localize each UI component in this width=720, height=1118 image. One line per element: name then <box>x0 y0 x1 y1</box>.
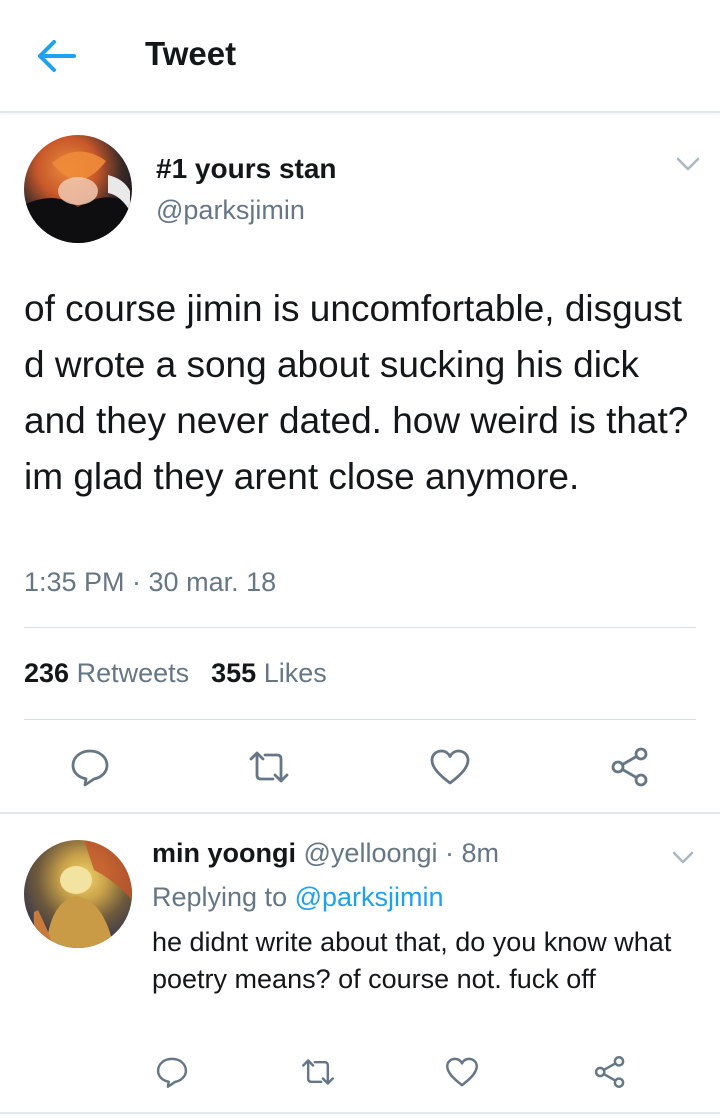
like-icon[interactable] <box>444 1054 480 1090</box>
divider <box>24 719 696 720</box>
chevron-down-icon[interactable] <box>674 153 702 175</box>
tweet-timestamp: 1:35 PM · 30 mar. 18 <box>24 567 277 597</box>
avatar[interactable] <box>24 840 132 948</box>
share-icon[interactable] <box>608 745 652 789</box>
replying-to-link[interactable]: @parksjimin <box>295 882 444 912</box>
back-arrow-icon[interactable] <box>34 36 78 76</box>
reply-icon[interactable] <box>154 1054 190 1090</box>
retweets-stat[interactable]: 236 Retweets <box>24 658 189 688</box>
page-title: Tweet <box>145 35 237 72</box>
divider <box>24 627 696 628</box>
retweets-label: Retweets <box>76 658 190 688</box>
share-icon[interactable] <box>592 1054 628 1090</box>
top-bar: Tweet <box>0 0 720 113</box>
reply-handle-time: @yelloongi · 8m <box>303 838 500 868</box>
retweet-icon[interactable] <box>247 745 291 789</box>
avatar[interactable] <box>24 135 132 243</box>
reply-header: min yoongi @yelloongi · 8m <box>152 838 499 869</box>
author-name[interactable]: #1 yours stan <box>156 153 337 185</box>
section-separator <box>0 1112 720 1114</box>
author-handle[interactable]: @parksjimin <box>156 195 305 226</box>
replying-prefix: Replying to <box>152 882 288 912</box>
retweet-icon[interactable] <box>300 1054 336 1090</box>
tweet-stats: 236 Retweets 355 Likes <box>24 658 327 689</box>
replying-to: Replying to @parksjimin <box>152 882 444 913</box>
reply-text: he didnt write about that, do you know w… <box>152 927 672 994</box>
likes-stat[interactable]: 355 Likes <box>211 658 327 688</box>
retweets-count: 236 <box>24 658 70 688</box>
section-separator <box>0 812 720 814</box>
likes-count: 355 <box>211 658 257 688</box>
like-icon[interactable] <box>428 745 472 789</box>
likes-label: Likes <box>263 658 327 688</box>
reply-author-name[interactable]: min yoongi <box>152 838 296 868</box>
reply-icon[interactable] <box>68 745 112 789</box>
tweet-text: of course jimin is uncomfortable, disgus… <box>24 288 689 497</box>
chevron-down-icon[interactable] <box>670 848 696 868</box>
